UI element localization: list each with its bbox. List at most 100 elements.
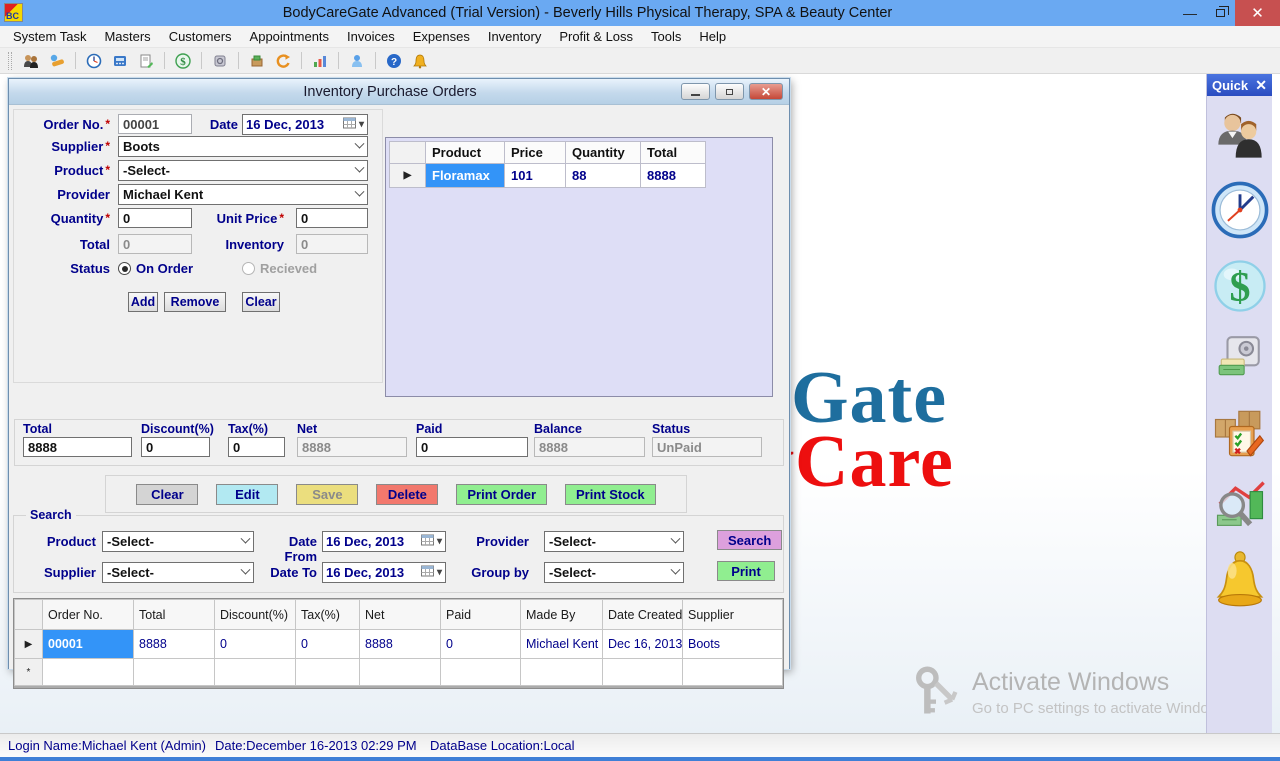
quick-customers-icon[interactable]: [1214, 110, 1266, 167]
items-col-quantity[interactable]: Quantity: [566, 142, 641, 164]
minimize-button[interactable]: ―: [1175, 1, 1205, 25]
menu-expenses[interactable]: Expenses: [404, 26, 479, 48]
orders-col-made-by[interactable]: Made By: [521, 600, 603, 630]
reports-icon[interactable]: [309, 50, 331, 72]
reminders-icon[interactable]: [409, 50, 431, 72]
search-print-button[interactable]: Print: [717, 561, 775, 581]
order-net-cell[interactable]: 8888: [360, 630, 441, 659]
items-row[interactable]: ▶ Floramax 101 88 8888: [390, 164, 706, 188]
orders-col-date-created[interactable]: Date Created: [603, 600, 683, 630]
remove-button[interactable]: Remove: [164, 292, 226, 312]
item-price-cell[interactable]: 101: [505, 164, 566, 188]
totals-net-field: 8888: [297, 437, 407, 457]
items-col-total[interactable]: Total: [641, 142, 706, 164]
date-from-field[interactable]: 16 Dec, 2013▾: [322, 531, 446, 552]
users-icon[interactable]: [346, 50, 368, 72]
menu-masters[interactable]: Masters: [95, 26, 159, 48]
payments-icon[interactable]: $: [172, 50, 194, 72]
quick-billing-icon[interactable]: $: [1212, 258, 1268, 319]
date-to-field[interactable]: 16 Dec, 2013▾: [322, 562, 446, 583]
totals-total-field[interactable]: 8888: [23, 437, 132, 457]
group-by-combobox[interactable]: -Select-: [544, 562, 684, 583]
menu-inventory[interactable]: Inventory: [479, 26, 550, 48]
order-date-created-cell[interactable]: Dec 16, 2013: [603, 630, 683, 659]
orders-col-total[interactable]: Total: [134, 600, 215, 630]
add-button[interactable]: Add: [128, 292, 158, 312]
orders-col-discount[interactable]: Discount(%): [215, 600, 296, 630]
item-total-cell[interactable]: 8888: [641, 164, 706, 188]
phone-icon[interactable]: [109, 50, 131, 72]
search-button[interactable]: Search: [717, 530, 782, 550]
tools-icon[interactable]: [46, 50, 68, 72]
totals-paid-field[interactable]: 0: [416, 437, 528, 457]
dialog-minimize-button[interactable]: [681, 83, 710, 100]
status-bar: Login Name:Michael Kent (Admin) Date:Dec…: [0, 733, 1280, 757]
undo-icon[interactable]: [272, 50, 294, 72]
orders-new-row[interactable]: *: [15, 659, 783, 686]
invoices-icon[interactable]: [135, 50, 157, 72]
quick-cash-safe-icon[interactable]: [1215, 333, 1265, 388]
order-paid-cell[interactable]: 0: [441, 630, 521, 659]
orders-col-net[interactable]: Net: [360, 600, 441, 630]
quick-inventory-icon[interactable]: [1212, 402, 1268, 463]
menu-invoices[interactable]: Invoices: [338, 26, 404, 48]
order-total-cell[interactable]: 8888: [134, 630, 215, 659]
totals-status-field: UnPaid: [652, 437, 762, 457]
menu-appointments[interactable]: Appointments: [241, 26, 339, 48]
clear-items-button[interactable]: Clear: [242, 292, 280, 312]
unit-price-field[interactable]: 0: [296, 208, 368, 228]
menu-customers[interactable]: Customers: [160, 26, 241, 48]
close-button[interactable]: ✕: [1235, 0, 1280, 26]
help-icon[interactable]: ?: [383, 50, 405, 72]
status-on-order-radio[interactable]: On Order: [118, 261, 193, 276]
item-quantity-cell[interactable]: 88: [566, 164, 641, 188]
quantity-field[interactable]: 0: [118, 208, 192, 228]
edit-button[interactable]: Edit: [216, 484, 278, 505]
search-provider-combobox[interactable]: -Select-: [544, 531, 684, 552]
provider-combobox[interactable]: Michael Kent: [118, 184, 368, 205]
inventory-icon[interactable]: [246, 50, 268, 72]
print-order-button[interactable]: Print Order: [456, 484, 547, 505]
radio-icon: [242, 262, 255, 275]
delete-button[interactable]: Delete: [376, 484, 438, 505]
date-to-label: Date To: [257, 565, 317, 580]
items-col-price[interactable]: Price: [505, 142, 566, 164]
orders-col-order-no[interactable]: Order No.: [43, 600, 134, 630]
quick-reports-icon[interactable]: [1213, 477, 1267, 536]
order-no-field[interactable]: 00001: [118, 114, 192, 134]
restore-button[interactable]: [1205, 1, 1235, 25]
orders-col-paid[interactable]: Paid: [441, 600, 521, 630]
orders-row[interactable]: ▶ 00001 8888 0 0 8888 0 Michael Kent Dec…: [15, 630, 783, 659]
search-supplier-combobox[interactable]: -Select-: [102, 562, 254, 583]
item-product-cell[interactable]: Floramax: [426, 164, 505, 188]
appointments-icon[interactable]: [83, 50, 105, 72]
total-label: Total: [14, 237, 110, 252]
menu-profit-loss[interactable]: Profit & Loss: [550, 26, 642, 48]
quick-appointments-icon[interactable]: [1211, 181, 1269, 244]
order-supplier-cell[interactable]: Boots: [683, 630, 783, 659]
totals-discount-field[interactable]: 0: [141, 437, 210, 457]
search-product-combobox[interactable]: -Select-: [102, 531, 254, 552]
customers-icon[interactable]: [20, 50, 42, 72]
order-tax-cell[interactable]: 0: [296, 630, 360, 659]
dialog-restore-button[interactable]: [715, 83, 744, 100]
order-discount-cell[interactable]: 0: [215, 630, 296, 659]
orders-col-tax[interactable]: Tax(%): [296, 600, 360, 630]
print-stock-button[interactable]: Print Stock: [565, 484, 656, 505]
expenses-icon[interactable]: [209, 50, 231, 72]
quick-panel-close-icon[interactable]: ✕: [1255, 77, 1267, 94]
menu-system-task[interactable]: System Task: [4, 26, 95, 48]
menu-help[interactable]: Help: [690, 26, 735, 48]
dialog-close-button[interactable]: ✕: [749, 83, 783, 100]
order-made-by-cell[interactable]: Michael Kent: [521, 630, 603, 659]
items-col-product[interactable]: Product: [426, 142, 505, 164]
menu-tools[interactable]: Tools: [642, 26, 690, 48]
supplier-combobox[interactable]: Boots: [118, 136, 368, 157]
orders-col-supplier[interactable]: Supplier: [683, 600, 783, 630]
product-combobox[interactable]: -Select-: [118, 160, 368, 181]
date-field[interactable]: 16 Dec, 2013 ▾: [242, 114, 368, 135]
clear-button[interactable]: Clear: [136, 484, 198, 505]
totals-tax-field[interactable]: 0: [228, 437, 285, 457]
quick-reminders-icon[interactable]: [1213, 550, 1267, 617]
order-no-cell[interactable]: 00001: [43, 630, 134, 659]
